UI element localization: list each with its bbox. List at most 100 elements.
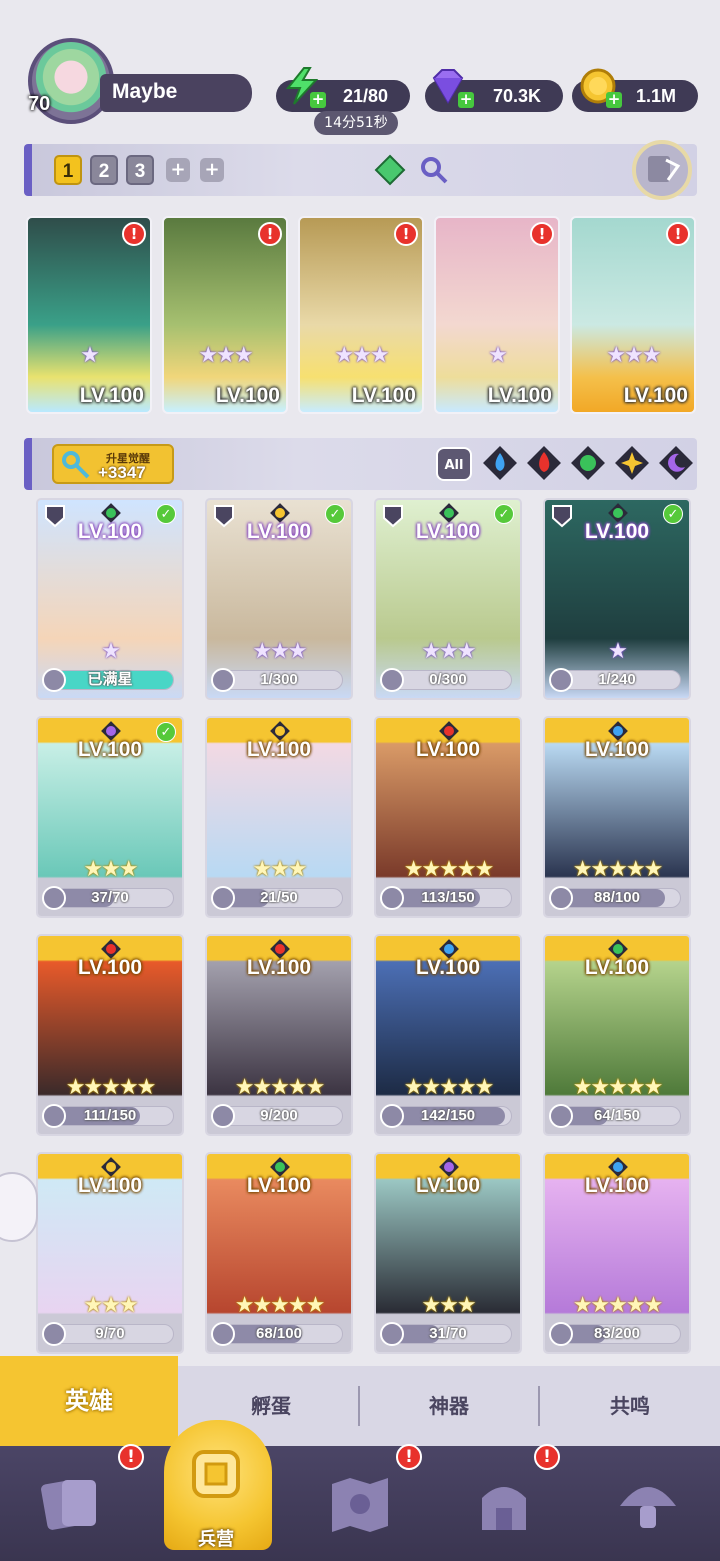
- awaken-button[interactable]: 升星觉醒 +3347: [52, 444, 174, 484]
- hero-card[interactable]: LV.100 ★★★★★ 9/200: [205, 934, 353, 1136]
- magnifier-icon[interactable]: [418, 154, 450, 186]
- bottom-nav: ! 兵营 ! !: [0, 1420, 720, 1561]
- shard-icon: [549, 668, 573, 692]
- nav-mushroom[interactable]: [576, 1446, 720, 1561]
- team-slot-alert-badge: !: [122, 222, 146, 246]
- hero-level: LV.100: [246, 1174, 312, 1197]
- green-gem-icon[interactable]: [374, 154, 406, 186]
- energy-timer: 14分51秒: [314, 111, 398, 135]
- hero-card[interactable]: LV.100 ★★★★★ 83/200: [543, 1152, 691, 1354]
- add-team-button-2[interactable]: +: [200, 158, 224, 182]
- hero-card[interactable]: LV.100 ★★★★★ 142/150: [374, 934, 522, 1136]
- swap-icon: [648, 156, 681, 182]
- shard-icon: [42, 1104, 66, 1128]
- map-icon: [332, 1478, 388, 1532]
- tab-artifacts[interactable]: 神器: [360, 1366, 538, 1446]
- gem-add-button[interactable]: +: [458, 92, 474, 108]
- team-slot-level: LV.100: [79, 384, 144, 407]
- hero-level: LV.100: [415, 738, 481, 761]
- floating-helper-avatar[interactable]: [0, 1172, 38, 1242]
- energy-add-button[interactable]: +: [310, 92, 326, 108]
- team-slot-4[interactable]: LV.100 ★!: [434, 216, 560, 414]
- hero-card[interactable]: ✓ LV.100 ★ 1/240: [543, 498, 691, 700]
- map-alert-badge: !: [396, 1444, 422, 1470]
- hero-level: LV.100: [77, 738, 143, 761]
- hero-card[interactable]: LV.100 ★★★ 21/50: [205, 716, 353, 918]
- player-level: 70: [28, 93, 51, 115]
- hero-stars: ★★★★★: [234, 1075, 326, 1100]
- nav-map[interactable]: !: [288, 1444, 432, 1561]
- team-slot-level: LV.100: [215, 384, 280, 407]
- team-slot-alert-badge: !: [530, 222, 554, 246]
- fire-element-icon[interactable]: [526, 445, 562, 481]
- hero-card[interactable]: ✓ LV.100 ★★★ 1/300: [205, 498, 353, 700]
- hero-card[interactable]: LV.100 ★★★ 31/70: [374, 1152, 522, 1354]
- team-slot-level: LV.100: [351, 384, 416, 407]
- hero-card[interactable]: ✓ LV.100 ★★★ 37/70: [36, 716, 184, 918]
- player-name-bar[interactable]: Maybe: [100, 74, 252, 112]
- add-team-button-1[interactable]: +: [166, 158, 190, 182]
- hero-stars: ★★★★★: [572, 1075, 664, 1100]
- hero-level: LV.100: [77, 520, 143, 543]
- hero-stars: ★★★: [421, 639, 476, 664]
- team-tab-3[interactable]: 3: [126, 155, 154, 185]
- team-tab-1[interactable]: 1: [54, 155, 82, 185]
- awaken-value: +3347: [98, 463, 146, 482]
- team-slot-3[interactable]: LV.100 ★★★!: [298, 216, 424, 414]
- mushroom-icon: [620, 1487, 676, 1528]
- nav-cards[interactable]: !: [0, 1444, 144, 1561]
- team-slot-alert-badge: !: [394, 222, 418, 246]
- team-slot-2[interactable]: LV.100 ★★★!: [162, 216, 288, 414]
- team-tab-2[interactable]: 2: [90, 155, 118, 185]
- hero-card[interactable]: LV.100 ★★★★★ 113/150: [374, 716, 522, 918]
- hero-card[interactable]: LV.100 ★★★★★ 68/100: [205, 1152, 353, 1354]
- tab-resonance[interactable]: 共鸣: [540, 1366, 720, 1446]
- hero-card[interactable]: LV.100 ★★★★★ 88/100: [543, 716, 691, 918]
- hero-level: LV.100: [246, 738, 312, 761]
- hero-stars: ★★★: [252, 639, 307, 664]
- team-slot-stars: ★★★: [198, 343, 253, 368]
- shard-icon: [380, 668, 404, 692]
- hero-card[interactable]: LV.100 ★★★ 9/70: [36, 1152, 184, 1354]
- tab-heroes[interactable]: 英雄: [0, 1356, 178, 1446]
- hero-stars: ★★★: [83, 857, 138, 882]
- hero-stars: ★★★★★: [234, 1293, 326, 1318]
- hero-stars: ★★★: [252, 857, 307, 882]
- hero-level: LV.100: [77, 956, 143, 979]
- team-lineup: LV.100 ★! LV.100 ★★★! LV.100 ★★★! LV.100…: [26, 216, 696, 416]
- water-element-icon[interactable]: [482, 445, 518, 481]
- building-icon: [482, 1487, 526, 1530]
- shard-icon: [42, 886, 66, 910]
- hero-stars: ★★★★★: [403, 857, 495, 882]
- hero-stars: ★★★★★: [403, 1075, 495, 1100]
- cards-alert-badge: !: [118, 1444, 144, 1470]
- nav-building[interactable]: !: [432, 1444, 576, 1561]
- nav-barracks[interactable]: 兵营: [144, 1420, 288, 1561]
- shard-icon: [549, 1322, 573, 1346]
- hero-stars: ★★★★★: [572, 857, 664, 882]
- hero-stars: ★★★★★: [572, 1293, 664, 1318]
- coin-add-button[interactable]: +: [606, 92, 622, 108]
- shard-icon: [549, 1104, 573, 1128]
- dark-element-icon[interactable]: [658, 445, 694, 481]
- team-slot-5[interactable]: LV.100 ★★★!: [570, 216, 696, 414]
- team-slot-stars: ★: [488, 343, 508, 368]
- team-slot-1[interactable]: LV.100 ★!: [26, 216, 152, 414]
- top-status-bar: 70 Maybe 21/80 + 14分51秒 70.3K + 1.1M +: [0, 0, 720, 140]
- light-element-icon[interactable]: [614, 445, 650, 481]
- team-settings-button[interactable]: [632, 140, 692, 200]
- energy-value: 21/80: [342, 86, 388, 106]
- hero-level: LV.100: [584, 1174, 650, 1197]
- shard-icon: [549, 886, 573, 910]
- shard-icon: [211, 1104, 235, 1128]
- hero-stars: ★★★: [83, 1293, 138, 1318]
- shard-icon: [380, 886, 404, 910]
- hero-card[interactable]: LV.100 ★★★★★ 111/150: [36, 934, 184, 1136]
- coin-value: 1.1M: [635, 86, 676, 106]
- hero-card[interactable]: ✓ LV.100 ★ 已满星: [36, 498, 184, 700]
- nature-element-icon[interactable]: [570, 445, 606, 481]
- filter-all-button[interactable]: All: [436, 447, 472, 481]
- hero-card[interactable]: LV.100 ★★★★★ 64/150: [543, 934, 691, 1136]
- hero-card[interactable]: ✓ LV.100 ★★★ 0/300: [374, 498, 522, 700]
- shard-icon: [42, 1322, 66, 1346]
